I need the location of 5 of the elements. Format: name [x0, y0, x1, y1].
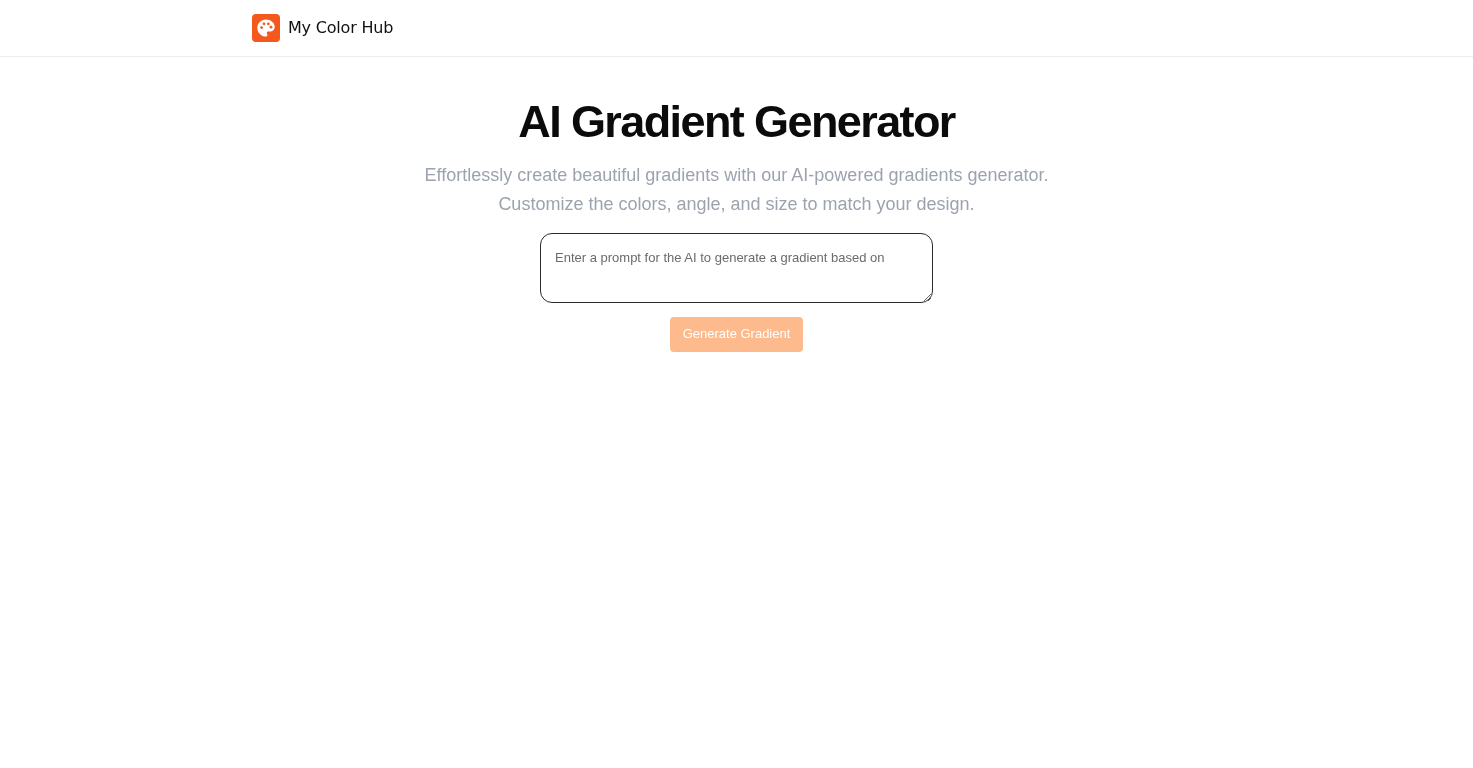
palette-logo-icon[interactable] [252, 14, 280, 42]
page-subtitle: Effortlessly create beautiful gradients with our AI-powered gradients generator. Customize the colors, angle, and size to match your design. [424, 163, 1049, 216]
brand-name[interactable]: My Color Hub [288, 16, 394, 40]
prompt-field[interactable]: Enter a prompt for the AI to generate a gradient based on [540, 232, 933, 303]
page-title: AI Gradient Generator [517, 97, 957, 147]
